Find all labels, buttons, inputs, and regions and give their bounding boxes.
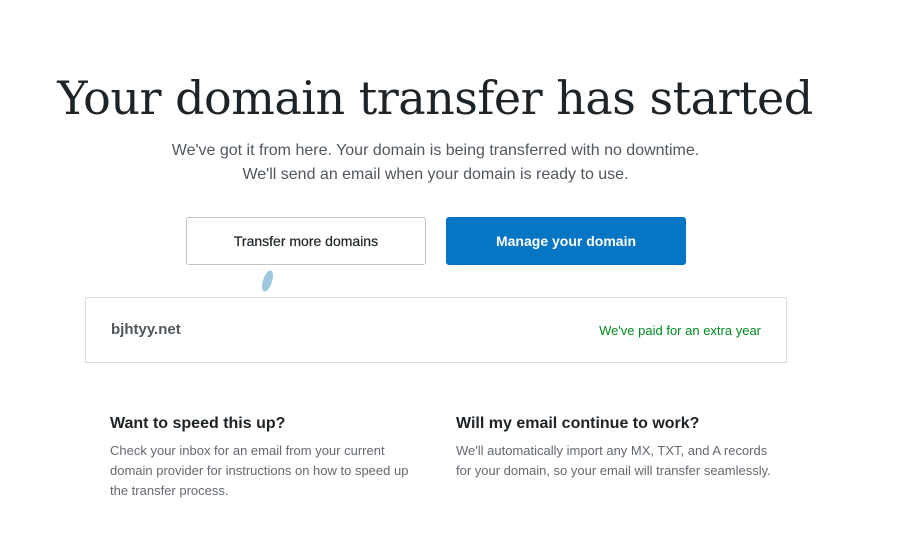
- click-indicator: [259, 269, 276, 293]
- page-subtitle: We've got it from here. Your domain is b…: [0, 139, 871, 187]
- info-speed-up-title: Want to speed this up?: [110, 415, 286, 432]
- info-email-body: We'll automatically import any MX, TXT, …: [456, 443, 771, 478]
- manage-your-domain-button[interactable]: Manage your domain: [446, 217, 686, 265]
- subtitle-line-1: We've got it from here. Your domain is b…: [171, 142, 700, 159]
- info-speed-up-body: Check your inbox for an email from your …: [110, 443, 409, 498]
- info-speed-up: Want to speed this up? Check your inbox …: [110, 413, 430, 501]
- transfer-more-domains-button[interactable]: Transfer more domains: [186, 217, 426, 265]
- domain-name: bjhtyy.net: [111, 321, 181, 338]
- page-title: Your domain transfer has started: [57, 71, 813, 125]
- info-email-title: Will my email continue to work?: [456, 415, 700, 432]
- info-email: Will my email continue to work? We'll au…: [456, 413, 776, 481]
- domain-card: bjhtyy.net We've paid for an extra year: [85, 297, 787, 363]
- transfer-confirmation-page: Your domain transfer has started We've g…: [0, 0, 919, 550]
- subtitle-line-2: We'll send an email when your domain is …: [242, 166, 629, 183]
- domain-status: We've paid for an extra year: [599, 323, 761, 338]
